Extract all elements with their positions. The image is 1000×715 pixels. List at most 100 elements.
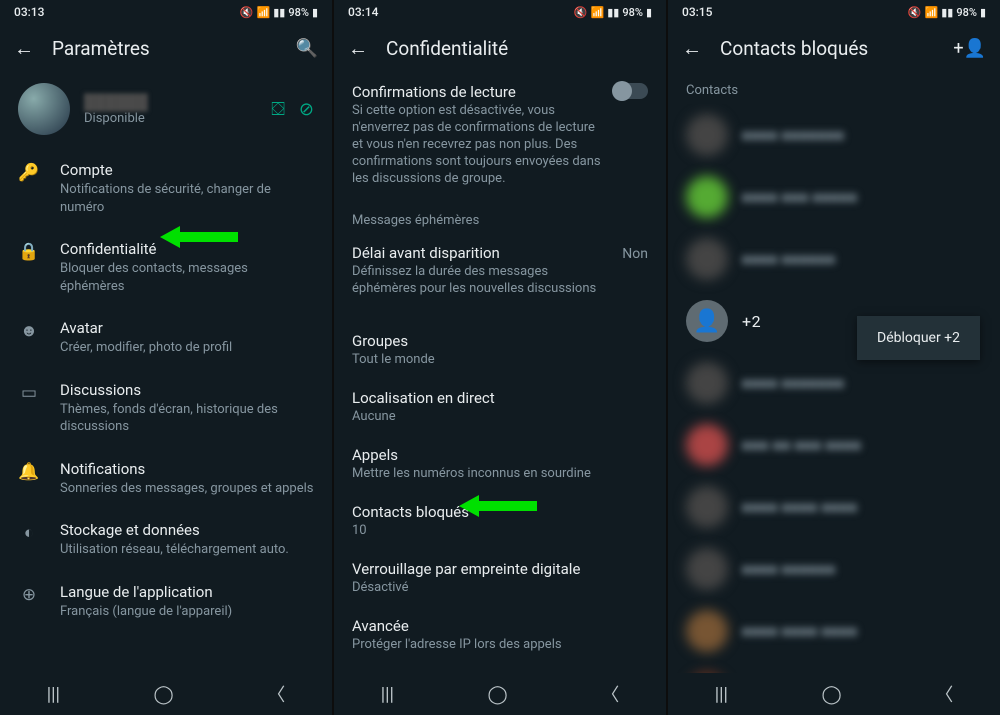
item-sub: Aucune: [352, 409, 648, 426]
status-bar: 03:15 🔇 📶 ▮▮ 98% ▮: [668, 0, 1000, 24]
blocked-contacts[interactable]: Contacts bloqués 10: [334, 493, 666, 550]
contact-label: ■■■■ ■■■■■■: [742, 561, 836, 578]
item-sub: 10: [352, 523, 648, 540]
blocked-contact[interactable]: ■■■■ ■■■■ ■■■: [668, 662, 1000, 673]
qr-icon[interactable]: ⛋: [271, 99, 285, 120]
setting-title: Stockage et données: [60, 521, 314, 539]
back-icon[interactable]: ←: [682, 36, 702, 61]
contact-avatar: [686, 424, 728, 466]
context-menu-unblock[interactable]: Débloquer +2: [857, 316, 980, 360]
setting-storage[interactable]: ◐ Stockage et données Utilisation réseau…: [0, 509, 332, 571]
back-button[interactable]: 〈: [601, 681, 619, 707]
home-button[interactable]: ◯: [822, 684, 842, 705]
profile-row[interactable]: ██████ Disponible ⛋ ⊘: [0, 73, 332, 149]
blocked-contact[interactable]: ■■■■ ■■■ ■■■■■: [668, 166, 1000, 228]
item-title: Contacts bloqués: [352, 503, 648, 521]
setting-sub: Créer, modifier, photo de profil: [60, 339, 314, 357]
contact-avatar: [686, 486, 728, 528]
setting-account[interactable]: 🔑 Compte Notifications de sécurité, chan…: [0, 149, 332, 228]
clock: 03:15: [682, 5, 712, 19]
signal-icon: ▮▮: [941, 6, 953, 19]
blocked-contact[interactable]: ■■■ ■■ ■■■ ■■■■: [668, 414, 1000, 476]
live-location[interactable]: Localisation en direct Aucune: [334, 379, 666, 436]
battery-percent: 98%: [288, 6, 309, 19]
item-title: Localisation en direct: [352, 389, 648, 407]
settings-list: 🔑 Compte Notifications de sécurité, chan…: [0, 149, 332, 673]
status-icons: 🔇 📶 ▮▮ 98% ▮: [908, 6, 986, 19]
battery-icon: ▮: [646, 6, 652, 19]
contact-label: ■■■■ ■■■■■■: [742, 251, 836, 268]
item-sub: Mettre les numéros inconnus en sourdine: [352, 466, 648, 483]
setting-title: Langue de l'application: [60, 583, 314, 601]
blocked-contact[interactable]: ■■■■ ■■■■■■■: [668, 104, 1000, 166]
disappearing-delay[interactable]: Délai avant disparition Définissez la du…: [334, 234, 666, 308]
blocked-contact[interactable]: ■■■■ ■■■■■■■: [668, 352, 1000, 414]
back-button[interactable]: 〈: [935, 681, 953, 707]
screen-blocked: 03:15 🔇 📶 ▮▮ 98% ▮ ← Contacts bloqués +👤…: [668, 0, 1000, 715]
recents-button[interactable]: |||: [47, 684, 60, 705]
home-button[interactable]: ◯: [154, 684, 174, 705]
contact-avatar: [686, 238, 728, 280]
blocked-contact[interactable]: ■■■■ ■■■■■■: [668, 538, 1000, 600]
blocked-contact[interactable]: ■■■■ ■■■■■■: [668, 228, 1000, 290]
item-value: Non: [622, 246, 648, 262]
bell-icon: 🔔: [18, 462, 40, 482]
home-button[interactable]: ◯: [488, 684, 508, 705]
avatar-icon: ☻: [18, 321, 40, 341]
status-icons: 🔇 📶 ▮▮ 98% ▮: [240, 6, 318, 19]
back-button[interactable]: 〈: [267, 681, 285, 707]
contacts-section-header: Contacts: [668, 73, 1000, 104]
ephemeral-header: Messages éphémères: [334, 197, 666, 234]
recents-button[interactable]: |||: [381, 684, 394, 705]
toggle-off[interactable]: [614, 83, 648, 99]
setting-sub: Notifications de sécurité, changer de nu…: [60, 181, 314, 216]
globe-icon: ⊕: [18, 585, 40, 605]
wifi-icon: 📶: [257, 6, 271, 19]
contact-avatar: [686, 114, 728, 156]
setting-title: Confidentialité: [60, 240, 314, 258]
add-person-icon[interactable]: +👤: [953, 38, 986, 59]
page-title: Paramètres: [52, 37, 278, 60]
item-title: Confirmations de lecture: [352, 83, 606, 101]
key-icon: 🔑: [18, 163, 40, 183]
blocked-contact[interactable]: ■■■■ ■■■■ ■■■■: [668, 600, 1000, 662]
advanced[interactable]: Avancée Protéger l'adresse IP lors des a…: [334, 607, 666, 664]
page-title: Contacts bloqués: [720, 37, 935, 60]
back-icon[interactable]: ←: [348, 36, 368, 61]
clock: 03:14: [348, 5, 378, 19]
setting-notifications[interactable]: 🔔 Notifications Sonneries des messages, …: [0, 448, 332, 510]
contact-label: ■■■ ■■ ■■■ ■■■■: [742, 437, 861, 454]
lock-icon: 🔒: [18, 242, 40, 262]
screen-privacy: 03:14 🔇 📶 ▮▮ 98% ▮ ← Confidentialité Con…: [334, 0, 666, 715]
battery-icon: ▮: [312, 6, 318, 19]
item-sub: Tout le monde: [352, 352, 648, 369]
setting-chats[interactable]: ▭ Discussions Thèmes, fonds d'écran, his…: [0, 369, 332, 448]
battery-percent: 98%: [622, 6, 643, 19]
setting-privacy[interactable]: 🔒 Confidentialité Bloquer des contacts, …: [0, 228, 332, 307]
read-receipts[interactable]: Confirmations de lecture Si cette option…: [334, 73, 666, 197]
item-title: Appels: [352, 446, 648, 464]
screen-settings: 03:13 🔇 📶 ▮▮ 98% ▮ ← Paramètres 🔍 ██████…: [0, 0, 332, 715]
mute-icon: 🔇: [574, 6, 588, 19]
contact-label: ■■■■ ■■■ ■■■■■: [742, 189, 857, 206]
groups[interactable]: Groupes Tout le monde: [334, 322, 666, 379]
setting-avatar[interactable]: ☻ Avatar Créer, modifier, photo de profi…: [0, 307, 332, 369]
calls[interactable]: Appels Mettre les numéros inconnus en so…: [334, 436, 666, 493]
status-icons: 🔇 📶 ▮▮ 98% ▮: [574, 6, 652, 19]
avatar: [18, 83, 70, 135]
fingerprint-lock[interactable]: Verrouillage par empreinte digitale Désa…: [334, 550, 666, 607]
nav-bar: ||| ◯ 〈: [334, 673, 666, 715]
recents-button[interactable]: |||: [715, 684, 728, 705]
item-title: Avancée: [352, 617, 648, 635]
blocked-contact[interactable]: ■■■■ ■■■■ ■■■■: [668, 476, 1000, 538]
verified-icon[interactable]: ⊘: [299, 99, 314, 120]
contact-avatar: [686, 176, 728, 218]
signal-icon: ▮▮: [607, 6, 619, 19]
wifi-icon: 📶: [925, 6, 939, 19]
search-icon[interactable]: 🔍: [296, 38, 318, 59]
back-icon[interactable]: ←: [14, 36, 34, 61]
setting-title: Avatar: [60, 319, 314, 337]
setting-language[interactable]: ⊕ Langue de l'application Français (lang…: [0, 571, 332, 633]
item-title: Délai avant disparition: [352, 244, 648, 262]
item-sub: Protéger l'adresse IP lors des appels: [352, 637, 648, 654]
